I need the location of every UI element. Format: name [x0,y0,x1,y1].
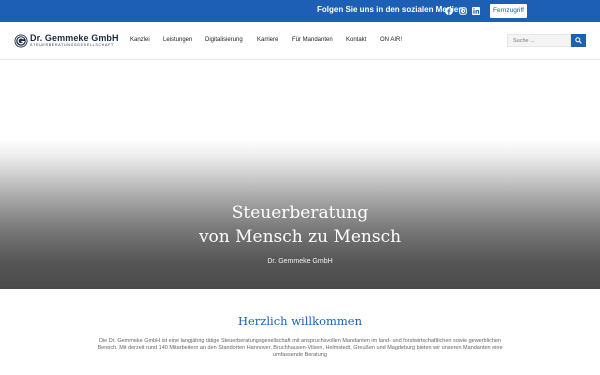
nav-item-digitalisierung[interactable]: Digitalisierung [205,37,243,43]
nav-item-leistungen[interactable]: Leistungen [163,37,192,43]
top-bar: Folgen Sie uns in den sozialen Medien Fe… [0,0,600,22]
nav-item-kontakt[interactable]: Kontakt [346,37,366,43]
hero-title-line-2: von Mensch zu Mensch [198,227,402,247]
hero-title-line-1: Steuerberatung [231,203,369,223]
nav-item-kanzlei[interactable]: Kanzlei [130,37,150,43]
nav-item-fuer-mandanten[interactable]: Für Mandanten [292,37,333,43]
logo-name: Dr. Gemmeke GmbH [30,33,119,43]
social-media-text: Folgen Sie uns in den sozialen Medien [317,5,464,14]
search-icon [575,37,582,44]
logo-mark-icon [14,34,28,48]
instagram-icon[interactable] [459,7,467,15]
welcome-title: Herzlich willkommen [237,314,363,328]
welcome-text: Die Dr. Gemmeke GmbH ist eine langjährig… [97,338,503,358]
nav-item-karriere[interactable]: Karriere [257,37,278,43]
logo[interactable]: Dr. Gemmeke GmbH STEUERBERATUNGSGESELLSC… [14,33,119,51]
facebook-icon[interactable] [445,7,453,15]
fernzugriff-button[interactable]: Fernzugriff [490,4,527,18]
search-button[interactable] [571,34,586,47]
logo-subtitle: STEUERBERATUNGSGESELLSCHAFT [30,43,114,47]
welcome-text-continued [150,371,450,375]
hero-subtitle: Dr. Gemmeke GmbH [267,258,333,265]
hero-section: Steuerberatung von Mensch zu Mensch Dr. … [0,61,600,289]
search-input[interactable] [507,34,571,47]
linkedin-icon[interactable] [472,7,480,15]
nav-item-on-air[interactable]: ON AIR! [380,37,402,43]
